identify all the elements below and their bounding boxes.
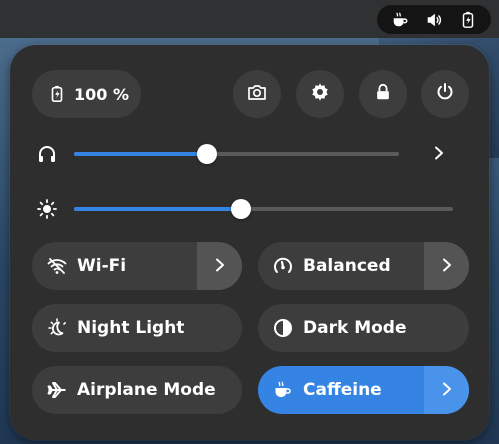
wifi-disabled-icon: [47, 256, 77, 276]
power-mode-menu-button[interactable]: [424, 242, 469, 290]
volume-slider[interactable]: [74, 144, 399, 164]
caffeine-menu-button[interactable]: [424, 366, 469, 414]
power-mode-toggle-label: Balanced: [303, 256, 391, 276]
settings-button[interactable]: [296, 70, 344, 118]
gear-icon: [310, 82, 330, 106]
battery-charging-icon: [459, 11, 477, 29]
coffee-cup-icon: [391, 11, 409, 29]
brightness-slider-handle[interactable]: [230, 199, 251, 219]
chevron-right-icon: [213, 257, 227, 276]
chevron-right-icon: [440, 257, 454, 276]
night-light-toggle[interactable]: Night Light: [32, 304, 242, 352]
chevron-right-icon: [440, 381, 454, 400]
caffeine-toggle-label: Caffeine: [303, 380, 382, 400]
power-button[interactable]: [421, 70, 469, 118]
airplane-mode-toggle[interactable]: Airplane Mode: [32, 366, 242, 414]
screenshot-button[interactable]: [233, 70, 281, 118]
brightness-slider[interactable]: [74, 199, 453, 219]
battery-percentage: 100 %: [74, 84, 129, 104]
night-light-toggle-main[interactable]: Night Light: [32, 304, 242, 352]
chevron-right-icon: [432, 145, 446, 164]
lock-button[interactable]: [359, 70, 407, 118]
battery-status-button[interactable]: 100 %: [32, 70, 141, 118]
airplane-mode-toggle-main[interactable]: Airplane Mode: [32, 366, 242, 414]
power-icon: [435, 82, 455, 106]
wifi-menu-button[interactable]: [197, 242, 242, 290]
brightness-slider-fill: [74, 207, 241, 211]
caffeine-toggle-main[interactable]: Caffeine: [258, 366, 424, 414]
wifi-toggle-label: Wi-Fi: [77, 256, 127, 276]
battery-charging-icon: [48, 85, 66, 103]
power-mode-toggle[interactable]: Balanced: [258, 242, 469, 290]
wifi-toggle-main[interactable]: Wi-Fi: [32, 242, 197, 290]
volume-icon: [425, 11, 443, 29]
quick-settings-panel: 100 % Wi-Fi Balanced Night Light Dark Mo…: [10, 45, 489, 440]
volume-slider-handle[interactable]: [197, 144, 218, 164]
caffeine-toggle[interactable]: Caffeine: [258, 366, 469, 414]
wifi-toggle[interactable]: Wi-Fi: [32, 242, 242, 290]
airplane-mode-toggle-label: Airplane Mode: [77, 380, 216, 400]
brightness-icon: [37, 199, 57, 223]
lock-icon: [374, 83, 392, 105]
dark-mode-toggle[interactable]: Dark Mode: [258, 304, 469, 352]
topbar-status-area[interactable]: [377, 5, 491, 34]
airplane-icon: [47, 380, 77, 400]
night-light-toggle-label: Night Light: [77, 318, 185, 338]
dark-mode-toggle-main[interactable]: Dark Mode: [258, 304, 469, 352]
volume-output-menu-button[interactable]: [428, 143, 450, 165]
volume-slider-fill: [74, 152, 208, 156]
dark-mode-toggle-label: Dark Mode: [303, 318, 407, 338]
night-light-icon: [47, 318, 77, 338]
gauge-icon: [273, 256, 303, 276]
headphones-icon: [37, 144, 57, 168]
dark-mode-icon: [273, 318, 303, 338]
coffee-cup-icon: [273, 380, 303, 400]
power-mode-toggle-main[interactable]: Balanced: [258, 242, 424, 290]
camera-icon: [247, 82, 267, 106]
